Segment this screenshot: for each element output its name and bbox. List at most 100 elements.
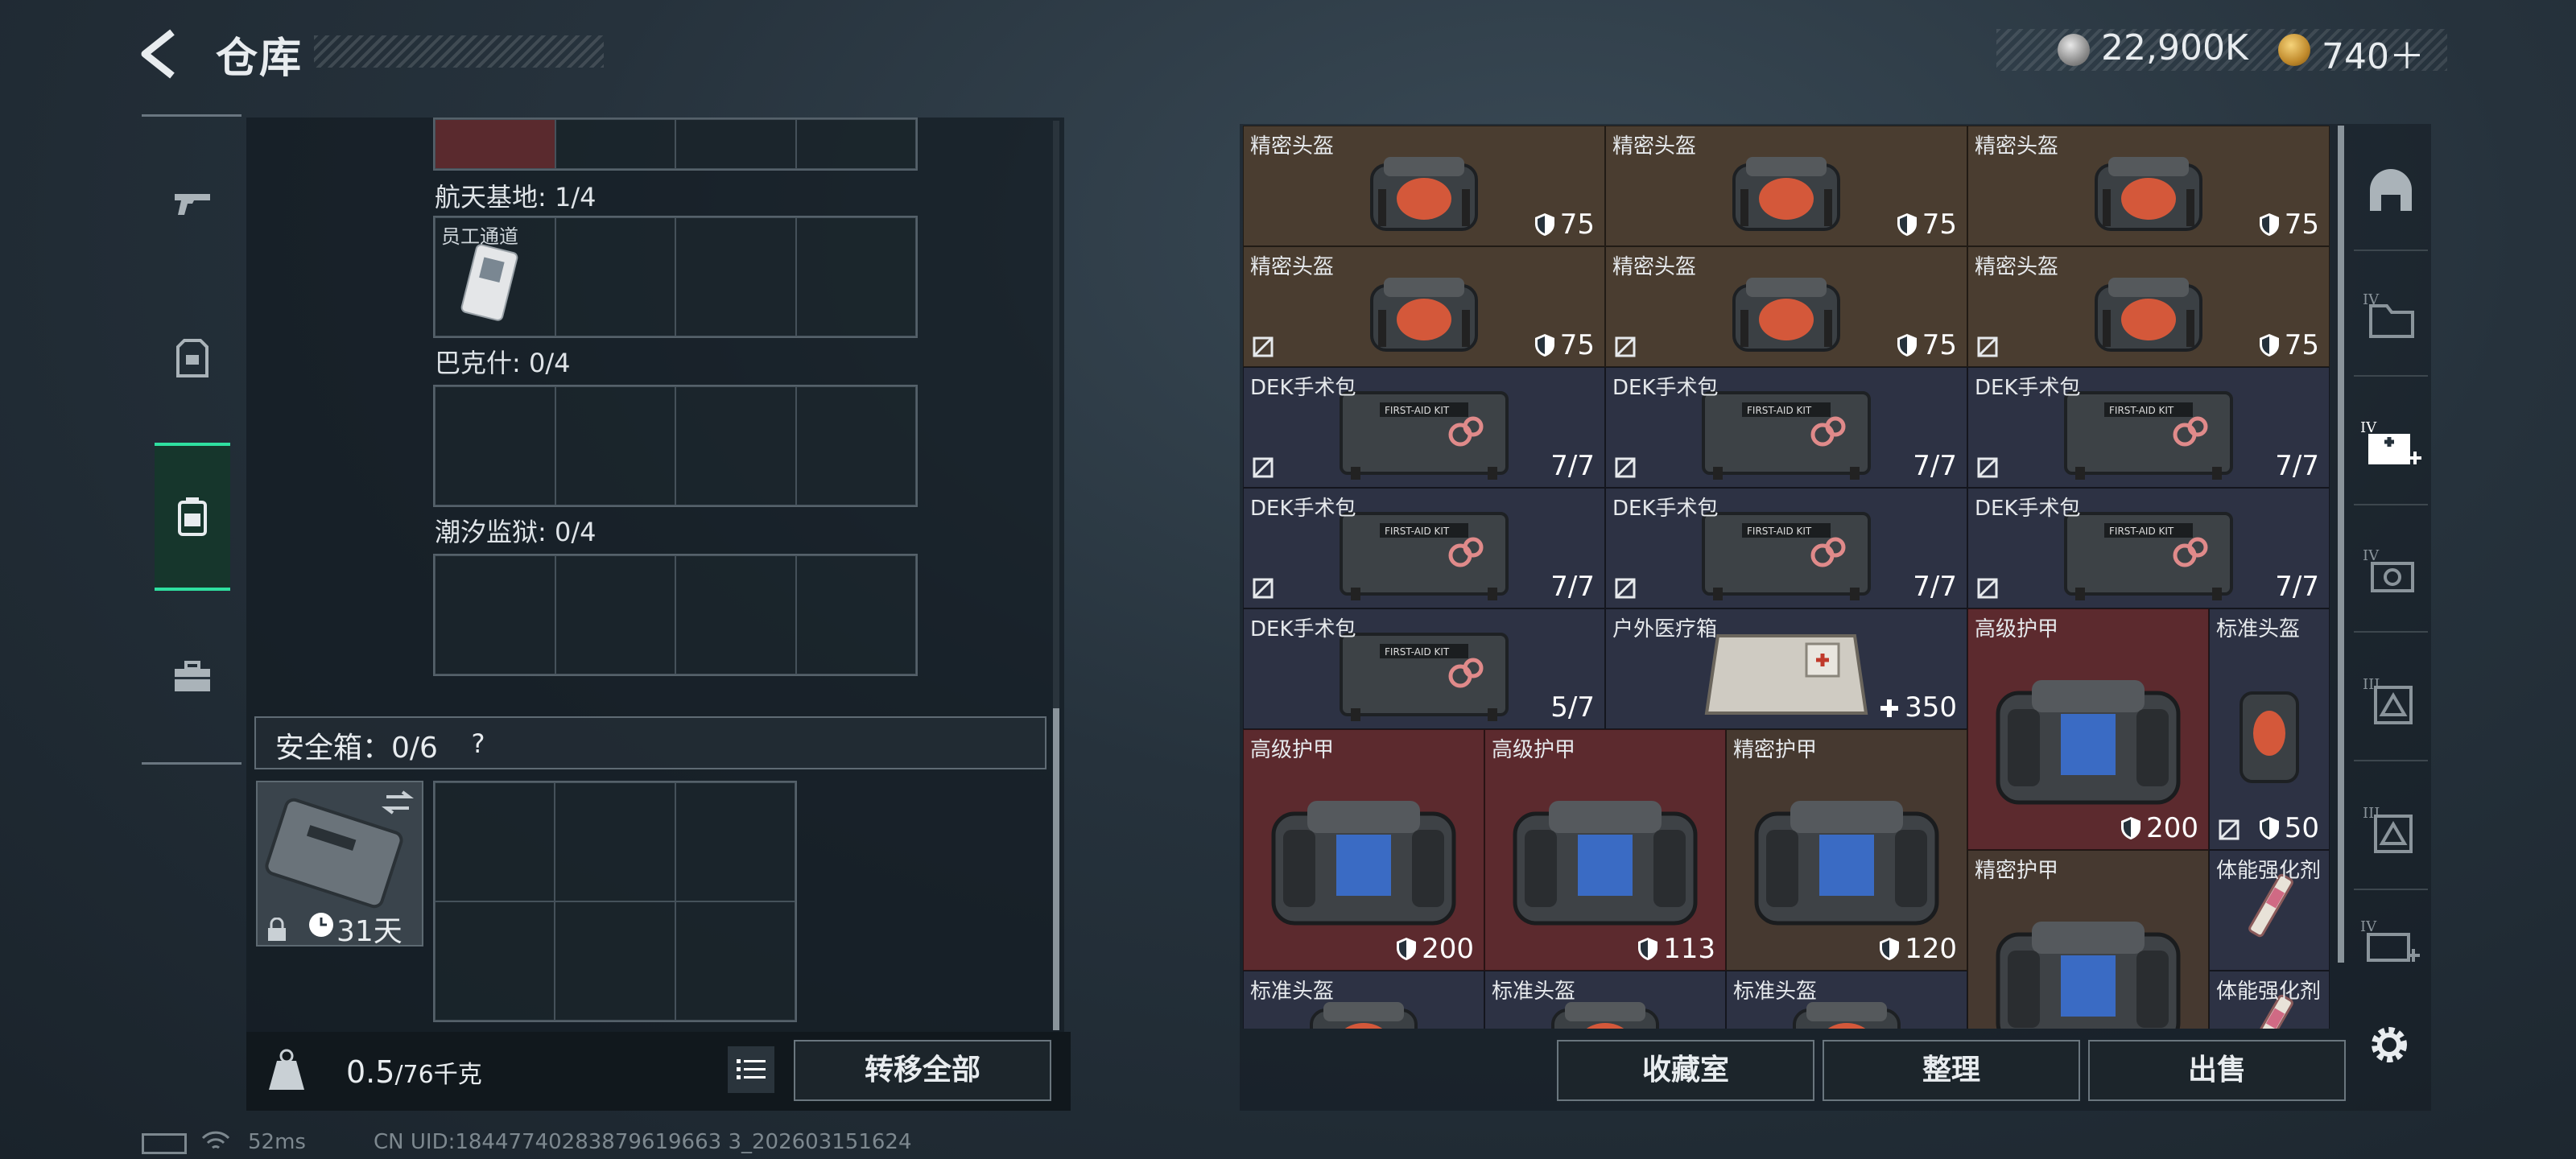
inventory-item[interactable]: 体能强化剂 [2209,971,2330,1029]
key-slot[interactable] [675,555,796,674]
safe-slot[interactable] [675,901,795,1021]
inventory-item[interactable]: 户外医疗箱 350 [1605,608,1967,729]
inventory-item[interactable]: FIRST-AID KIT DEK手术包 5/7 [1243,608,1605,729]
transfer-all-button[interactable]: 转移全部 [794,1040,1051,1101]
inventory-item[interactable]: 精密头盔 75 [1967,126,2330,246]
tier-iv-medical-tab[interactable]: IV [2354,385,2428,505]
list-icon [737,1059,766,1079]
inventory-item[interactable]: 精密头盔 75 [1243,246,1605,367]
key-slot[interactable] [795,217,916,336]
key-slot[interactable] [555,217,675,336]
toolbox-tab[interactable] [155,617,230,737]
inventory-scrollbar[interactable] [2338,126,2344,963]
key-slot[interactable] [555,555,675,674]
key-slot[interactable] [675,217,796,336]
inventory-item[interactable]: 标准头盔 50 [2209,608,2330,850]
item-value: 7/7 [1913,571,1957,603]
backpack-icon [178,497,207,536]
inventory-item[interactable]: 高级护甲 200 [1243,729,1484,971]
document-icon: III [2363,676,2413,724]
key-slot[interactable] [555,119,675,169]
item-name: 精密头盔 [1612,134,1697,159]
inventory-item[interactable]: 标准头盔 [1484,971,1726,1029]
safe-slot[interactable] [675,782,795,901]
camera-icon: IV [2363,547,2414,592]
helmet-icon [2080,262,2217,361]
svg-text:FIRST-AID KIT: FIRST-AID KIT [1385,405,1450,416]
inventory-item[interactable]: FIRST-AID KIT DEK手术包 7/7 [1605,488,1967,608]
key-slot[interactable] [795,555,916,674]
tier-iii-doc2-tab[interactable]: III [2354,769,2428,890]
inventory-item[interactable]: 精密头盔 75 [1605,246,1967,367]
no-insure-icon [1252,336,1274,358]
key-item-name: 员工通道 [441,225,518,248]
inventory-item[interactable]: FIRST-AID KIT DEK手术包 7/7 [1967,367,2330,488]
inventory-item[interactable]: FIRST-AID KIT DEK手术包 7/7 [1605,367,1967,488]
item-value: 7/7 [1913,450,1957,482]
vest-icon [176,339,208,377]
helmet-icon [1356,262,1492,361]
inventory-item[interactable]: 精密头盔 75 [1605,126,1967,246]
equipment-tab[interactable] [155,298,230,419]
safe-slot[interactable] [555,901,675,1021]
organize-button[interactable]: 整理 [1823,1040,2080,1101]
inventory-item[interactable]: 高级护甲 113 [1484,729,1726,971]
inventory-item[interactable]: 精密头盔 75 [1243,126,1605,246]
item-name: 户外医疗箱 [1612,617,1718,641]
key-slot[interactable] [795,119,916,169]
item-value: 200 [1396,933,1474,965]
safe-slot[interactable] [555,782,675,901]
key-slot[interactable] [435,386,555,505]
lock-icon [266,918,288,942]
tier-iii-doc-tab[interactable]: III [2354,641,2428,761]
inventory-grid: 精密头盔 75 精密头盔 75 精密头盔 75 精密头盔 75 精密头盔 75 精密头盔 75 FIRS… [1243,126,2330,1029]
weapons-tab[interactable] [155,142,230,262]
armor-icon [1742,782,1951,938]
gold-currency-value[interactable]: 740＋ [2322,27,2425,79]
tier-iv-folder-tab[interactable]: IV [2354,256,2428,377]
key-slot[interactable] [675,386,796,505]
inventory-item[interactable]: 体能强化剂 [2209,850,2330,971]
safe-slot[interactable] [435,901,555,1021]
left-scrollbar-thumb[interactable] [1053,708,1059,1030]
inventory-item[interactable]: FIRST-AID KIT DEK手术包 7/7 [1243,367,1605,488]
key-slot[interactable] [435,555,555,674]
uid-text: CN UID:18447740283879619663 3_2026031516… [374,1130,912,1154]
inventory-item[interactable]: 精密护甲 120 [1726,729,1967,971]
inventory-item[interactable]: 标准头盔 [1726,971,1967,1029]
svg-text:IV: IV [2360,918,2377,935]
helmet-storage-tab[interactable] [2354,130,2428,251]
help-button[interactable]: ? [460,726,496,761]
key-slot[interactable] [675,119,796,169]
inventory-item[interactable]: 高级护甲 200 [1967,608,2209,850]
back-arrow-icon[interactable] [137,29,193,79]
collection-room-button[interactable]: 收藏室 [1557,1040,1814,1101]
keycard-icon[interactable] [451,241,531,325]
key-slot[interactable] [555,386,675,505]
inventory-item[interactable]: 精密护甲 [1967,850,2209,1029]
gold-coin-icon[interactable] [2278,34,2310,66]
item-value: 7/7 [2275,450,2319,482]
list-view-button[interactable] [728,1046,774,1093]
tier-iv-camera-tab[interactable]: IV [2354,512,2428,633]
inventory-item[interactable]: 标准头盔 [1243,971,1484,1029]
safe-grid [433,781,797,1022]
inventory-item[interactable]: FIRST-AID KIT DEK手术包 7/7 [1243,488,1605,608]
svg-text:III: III [2363,805,2380,822]
key-slot[interactable] [435,119,555,169]
safe-slot[interactable] [435,782,555,901]
safe-days-remaining: 31天 [336,915,402,948]
key-slot[interactable] [795,386,916,505]
svg-text:FIRST-AID KIT: FIRST-AID KIT [1747,526,1812,537]
page-title: 仓库 [216,35,303,83]
sell-button[interactable]: 出售 [2088,1040,2346,1101]
item-name: 精密头盔 [1250,255,1335,279]
inventory-item[interactable]: 精密头盔 75 [1967,246,2330,367]
inventory-item[interactable]: FIRST-AID KIT DEK手术包 7/7 [1967,488,2330,608]
armor-icon [1501,782,1710,938]
tier-iv-card-tab[interactable]: IV [2354,898,2428,987]
backpack-tab[interactable] [155,443,230,591]
gear-icon[interactable] [2363,1019,2415,1070]
document-icon: III [2363,805,2413,853]
item-value: 5/7 [1550,691,1595,724]
